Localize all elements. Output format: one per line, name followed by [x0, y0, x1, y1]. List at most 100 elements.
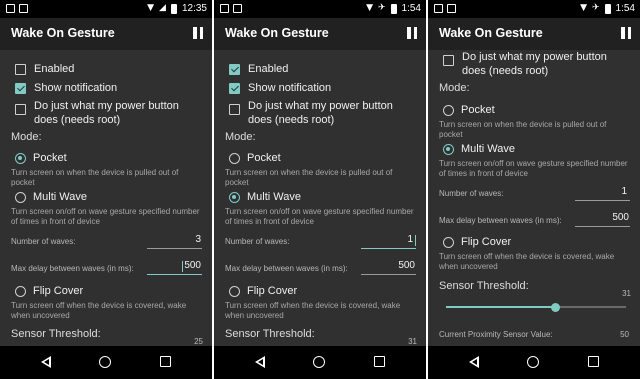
pocket-label: Pocket [461, 104, 495, 116]
enabled-checkbox-row[interactable]: Enabled [15, 62, 204, 76]
app-notification-icon [447, 4, 456, 13]
multiwave-label: Multi Wave [33, 191, 87, 203]
power-button-checkbox[interactable] [229, 104, 240, 115]
app-bar: Wake On Gesture [428, 18, 640, 50]
pocket-label: Pocket [247, 152, 281, 164]
image-notification-icon [434, 4, 443, 13]
enabled-label: Enabled [34, 63, 75, 75]
delay-input[interactable]: 500 [361, 260, 416, 275]
notification-checkbox-row[interactable]: Show notification [229, 81, 418, 95]
status-time: 1:54 [615, 3, 635, 14]
multiwave-label: Multi Wave [461, 143, 515, 155]
flipcover-radio-row[interactable]: Flip Cover [229, 285, 297, 297]
status-bar: ▼ ✈ 1:54 [428, 0, 640, 18]
flipcover-radio-row[interactable]: Flip Cover [443, 236, 511, 248]
navigation-bar [214, 346, 426, 379]
delay-value: 500 [612, 212, 629, 223]
multiwave-radio[interactable] [229, 191, 240, 203]
recents-icon[interactable] [374, 356, 385, 367]
phone-screen-2: ▼ ✈ 1:54 Wake On Gesture Enabled Show no… [214, 0, 426, 379]
flipcover-radio[interactable] [229, 285, 240, 297]
navigation-bar [0, 346, 212, 379]
app-title: Wake On Gesture [11, 26, 115, 40]
status-time: 12:35 [181, 3, 207, 14]
airplane-icon: ✈ [591, 3, 600, 13]
delay-label: Max delay between waves (in ms): [11, 264, 134, 273]
power-button-checkbox-row[interactable]: Do just what my power button does (needs… [229, 99, 418, 127]
flipcover-description: Turn screen off when the device is cover… [225, 301, 401, 320]
back-icon[interactable] [41, 356, 51, 368]
phone-screen-1: ▼ ◢ 12:35 Wake On Gesture Enabled Show n… [0, 0, 212, 379]
threshold-slider-fill [446, 306, 556, 308]
multiwave-radio[interactable] [15, 191, 26, 203]
status-time: 1:54 [401, 3, 421, 14]
enabled-checkbox-row[interactable]: Enabled [229, 62, 418, 76]
power-button-checkbox[interactable] [15, 104, 26, 115]
back-icon[interactable] [469, 356, 479, 368]
recents-icon[interactable] [160, 356, 171, 367]
home-icon[interactable] [527, 356, 539, 368]
power-button-checkbox[interactable] [443, 55, 454, 66]
recents-icon[interactable] [588, 356, 599, 367]
home-icon[interactable] [99, 356, 111, 368]
notification-checkbox[interactable] [15, 83, 26, 94]
threshold-slider-thumb[interactable] [551, 302, 561, 312]
waves-input[interactable]: 3 [147, 234, 202, 249]
proximity-label: Current Proximity Sensor Value: [439, 330, 553, 339]
waves-input[interactable]: 1 [361, 234, 416, 249]
flipcover-description: Turn screen off when the device is cover… [439, 252, 615, 271]
multiwave-radio[interactable] [443, 143, 454, 155]
threshold-value: 25 [194, 337, 203, 346]
pocket-radio-row[interactable]: Pocket [443, 104, 495, 116]
pocket-radio[interactable] [229, 152, 240, 164]
waves-input[interactable]: 1 [575, 186, 630, 201]
threshold-slider[interactable] [446, 302, 626, 312]
multiwave-radio-row[interactable]: Multi Wave [443, 143, 515, 155]
pocket-radio-row[interactable]: Pocket [229, 152, 281, 164]
mode-label: Mode: [439, 82, 470, 94]
delay-input[interactable]: 500 [575, 212, 630, 227]
settings-content: Enabled Show notification Do just what m… [214, 50, 426, 346]
flipcover-radio-row[interactable]: Flip Cover [15, 285, 83, 297]
text-cursor [182, 261, 183, 272]
power-button-checkbox-row[interactable]: Do just what my power button does (needs… [443, 50, 632, 78]
multiwave-radio-row[interactable]: Multi Wave [229, 191, 301, 203]
threshold-value: 31 [622, 289, 631, 298]
flipcover-radio[interactable] [15, 285, 26, 297]
power-button-label: Do just what my power button does (needs… [34, 100, 179, 126]
waves-value: 3 [195, 234, 201, 245]
notification-checkbox-row[interactable]: Show notification [15, 81, 204, 95]
app-notification-icon [233, 4, 242, 13]
app-title: Wake On Gesture [225, 26, 329, 40]
flipcover-radio[interactable] [443, 236, 454, 248]
power-button-label: Do just what my power button does (needs… [248, 100, 393, 126]
battery-icon [170, 3, 177, 14]
waves-label: Number of waves: [11, 237, 76, 246]
delay-input[interactable]: 500 [147, 260, 202, 275]
notification-checkbox[interactable] [229, 83, 240, 94]
image-notification-icon [6, 4, 15, 13]
wifi-icon: ▼ [366, 3, 373, 13]
back-icon[interactable] [255, 356, 265, 368]
pocket-radio[interactable] [15, 152, 26, 164]
waves-label: Number of waves: [439, 189, 504, 198]
pocket-radio[interactable] [443, 104, 454, 116]
multiwave-radio-row[interactable]: Multi Wave [15, 191, 87, 203]
text-cursor [415, 235, 416, 246]
waves-value: 1 [407, 234, 413, 245]
status-bar: ▼ ✈ 1:54 [214, 0, 426, 18]
phone-screen-3: ▼ ✈ 1:54 Wake On Gesture Do just what my… [428, 0, 640, 379]
mode-label: Mode: [225, 131, 256, 143]
wifi-icon: ▼ [580, 3, 587, 13]
enabled-checkbox[interactable] [15, 64, 26, 75]
pause-icon[interactable] [407, 27, 417, 39]
enabled-checkbox[interactable] [229, 64, 240, 75]
pocket-radio-row[interactable]: Pocket [15, 152, 67, 164]
power-button-checkbox-row[interactable]: Do just what my power button does (needs… [15, 99, 204, 127]
home-icon[interactable] [313, 356, 325, 368]
delay-label: Max delay between waves (in ms): [225, 264, 348, 273]
pause-icon[interactable] [621, 27, 631, 39]
notification-label: Show notification [248, 82, 332, 94]
pause-icon[interactable] [193, 27, 203, 39]
signal-icon: ◢ [159, 3, 166, 13]
